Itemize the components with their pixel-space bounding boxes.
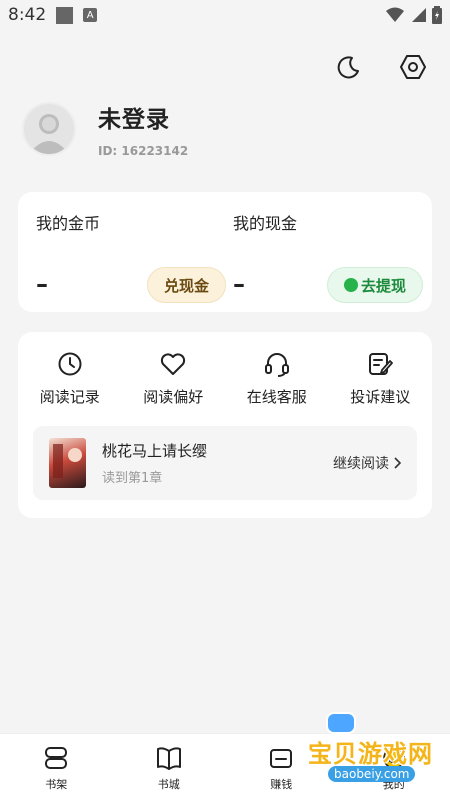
clock-icon	[56, 350, 84, 378]
coins-section: 我的金币 – 兑现金	[36, 210, 226, 303]
cash-title: 我的现金	[233, 214, 298, 233]
cash-section: 我的现金 – 去提现	[233, 210, 423, 303]
book-progress: 读到第1章	[102, 471, 163, 486]
tool-label: 投诉建议	[350, 388, 411, 406]
battery-icon	[432, 6, 442, 24]
profile-header[interactable]: 未登录 ID: 16223142	[22, 100, 188, 158]
status-time: 8:42	[8, 5, 47, 25]
tool-reading-preference[interactable]: 阅读偏好	[122, 350, 226, 407]
header-actions	[334, 52, 428, 82]
coins-value: –	[36, 270, 48, 298]
tab-bookstore[interactable]: 书城	[113, 734, 226, 800]
cell-signal-icon	[412, 8, 426, 22]
tab-label: 书架	[45, 778, 68, 791]
tool-feedback[interactable]: 投诉建议	[329, 350, 433, 407]
tab-label: 赚钱	[270, 778, 293, 791]
cash-value: –	[233, 270, 245, 298]
wallet-card: 我的金币 – 兑现金 我的现金 – 去提现	[18, 192, 432, 312]
tool-label: 阅读偏好	[143, 388, 204, 406]
tab-bookshelf[interactable]: 书架	[0, 734, 113, 800]
continue-label: 继续阅读	[333, 456, 389, 472]
book-icon	[155, 744, 183, 772]
continue-reading-button[interactable]: 继续阅读	[333, 453, 401, 473]
bookshelf-icon	[42, 744, 70, 772]
tool-online-service[interactable]: 在线客服	[225, 350, 329, 407]
withdraw-button[interactable]: 去提现	[326, 267, 423, 303]
tools-card: 阅读记录 阅读偏好 在线客服 投诉建议 桃花马上请长缨 读到第1章 继续阅读	[18, 332, 432, 518]
exchange-cash-button[interactable]: 兑现金	[146, 267, 226, 303]
bottom-tab-bar: 书架 书城 赚钱 我的	[0, 733, 450, 800]
tool-label: 阅读记录	[39, 388, 100, 406]
tab-label: 我的	[382, 778, 405, 791]
chevron-right-icon	[394, 457, 401, 469]
avatar[interactable]	[22, 102, 76, 156]
a-notification-icon: A	[83, 8, 98, 22]
tab-mine[interactable]: 我的	[338, 734, 450, 800]
wifi-icon	[386, 7, 404, 22]
settings-hex-icon[interactable]	[398, 52, 428, 82]
wechat-icon	[343, 278, 358, 292]
moon-icon[interactable]	[334, 52, 364, 82]
tool-row: 阅读记录 阅读偏好 在线客服 投诉建议	[18, 350, 432, 407]
status-bar: 8:42 A	[0, 0, 450, 30]
gamepad-icon	[326, 712, 356, 734]
wallet-icon	[267, 744, 295, 772]
feedback-icon	[366, 350, 394, 378]
login-status[interactable]: 未登录	[98, 100, 188, 134]
book-cover[interactable]	[49, 438, 86, 488]
heart-icon	[159, 350, 187, 378]
profile-icon	[380, 744, 408, 772]
notification-square-icon	[56, 6, 74, 24]
coins-title: 我的金币	[36, 214, 101, 233]
withdraw-label: 去提现	[360, 276, 406, 295]
book-title: 桃花马上请长缨	[102, 442, 208, 460]
tab-earn[interactable]: 赚钱	[225, 734, 338, 800]
headset-icon	[263, 350, 291, 378]
tool-label: 在线客服	[246, 388, 307, 406]
recent-book-item[interactable]: 桃花马上请长缨 读到第1章 继续阅读	[33, 426, 417, 500]
user-id: ID: 16223142	[98, 144, 189, 158]
tool-reading-history[interactable]: 阅读记录	[18, 350, 122, 407]
tab-label: 书城	[157, 778, 180, 791]
